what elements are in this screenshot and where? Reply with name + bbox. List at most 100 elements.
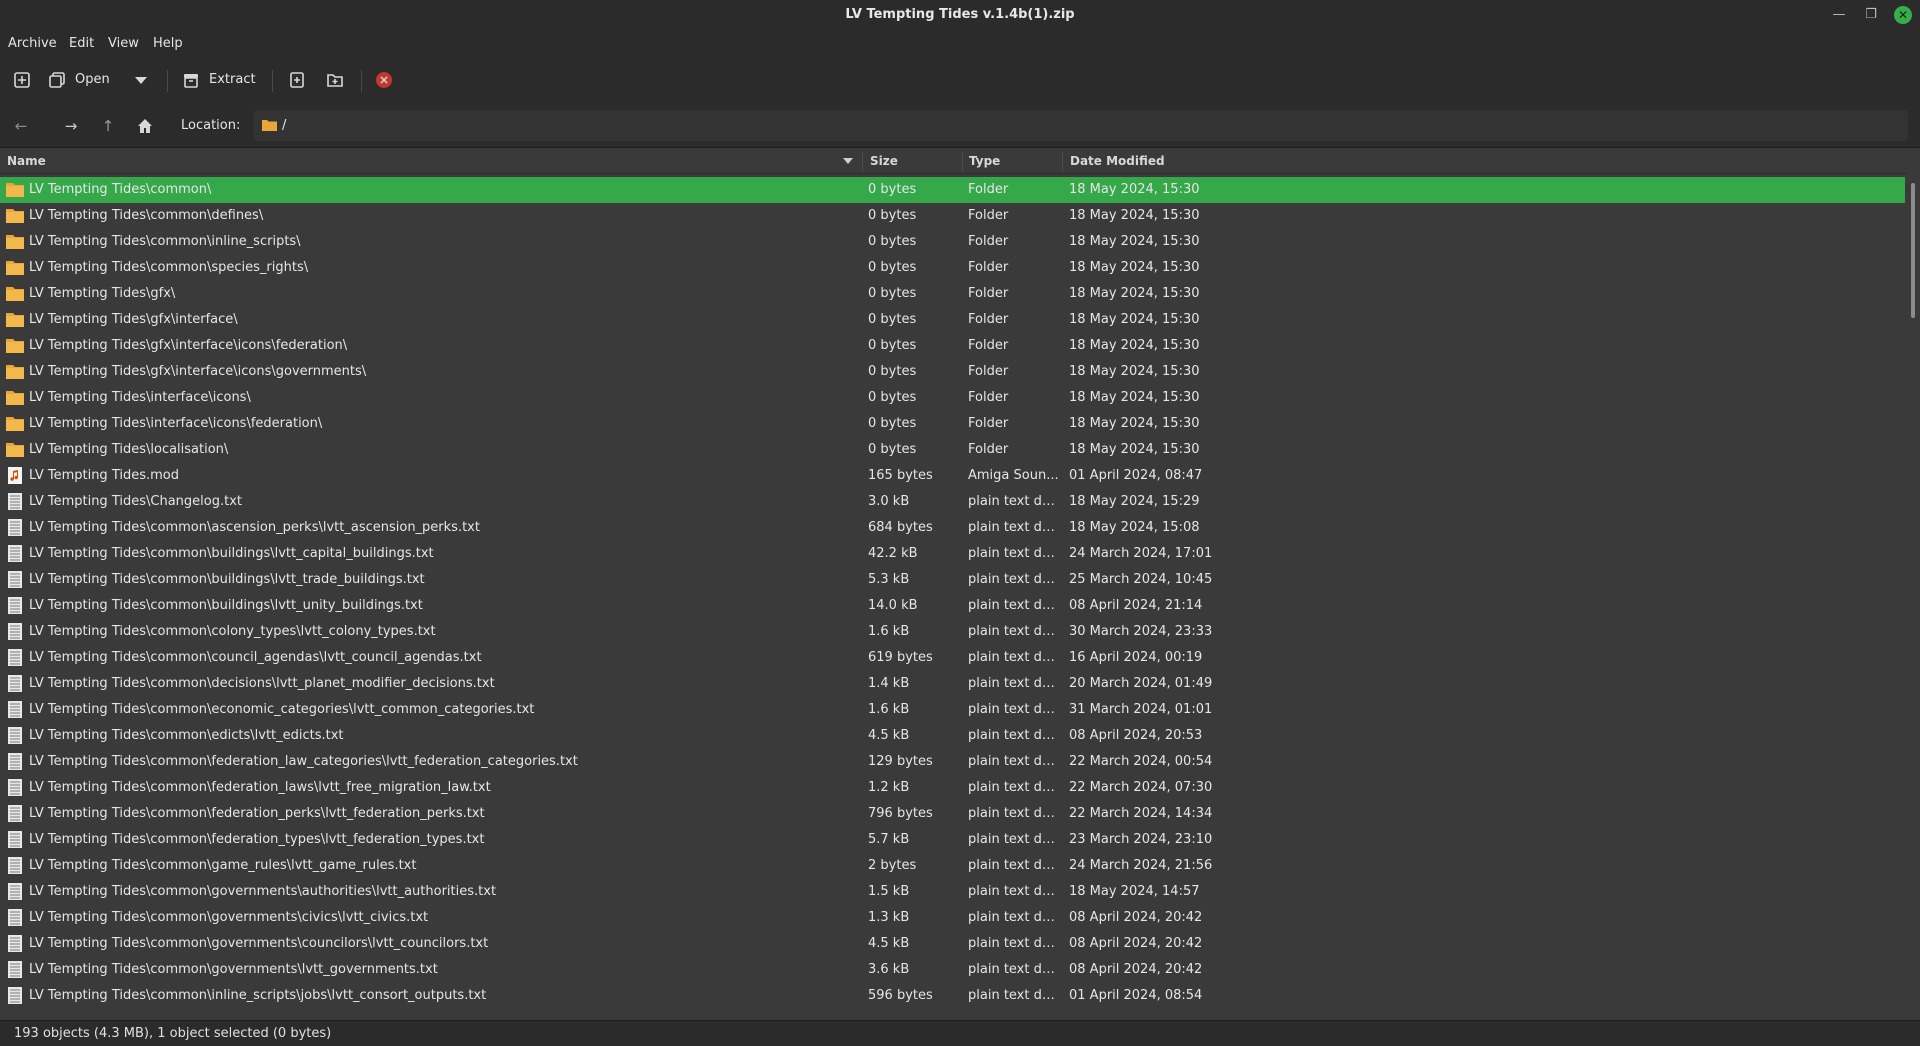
file-size: 0 bytes (868, 442, 917, 457)
file-row[interactable]: LV Tempting Tides\common\buildings\lvtt_… (0, 567, 1905, 593)
file-name: LV Tempting Tides\common\defines\ (29, 208, 264, 223)
file-size: 165 bytes (868, 468, 933, 483)
back-icon[interactable]: ← (11, 116, 31, 136)
column-divider[interactable] (962, 152, 963, 172)
file-name: LV Tempting Tides\Changelog.txt (29, 494, 242, 509)
menu-archive[interactable]: Archive (8, 36, 57, 51)
file-row[interactable]: LV Tempting Tides\common\inline_scripts\… (0, 983, 1905, 1009)
folder-icon (6, 391, 24, 405)
file-name: LV Tempting Tides.mod (29, 468, 179, 483)
column-name[interactable]: Name (7, 154, 46, 168)
text-file-icon (8, 701, 22, 718)
file-name: LV Tempting Tides\common\buildings\lvtt_… (29, 572, 425, 587)
file-row[interactable]: LV Tempting Tides\common\decisions\lvtt_… (0, 671, 1905, 697)
file-row[interactable]: LV Tempting Tides\common\governments\civ… (0, 905, 1905, 931)
file-name: LV Tempting Tides\common\inline_scripts\ (29, 234, 301, 249)
file-row[interactable]: LV Tempting Tides\Changelog.txt 3.0 kB pla… (0, 489, 1905, 515)
file-row[interactable]: LV Tempting Tides\common\federation_law_… (0, 749, 1905, 775)
add-files-icon[interactable] (288, 71, 306, 89)
file-row[interactable]: LV Tempting Tides\common\buildings\lvtt_… (0, 541, 1905, 567)
column-size[interactable]: Size (870, 154, 898, 168)
file-row[interactable]: LV Tempting Tides\common\governments\lvt… (0, 957, 1905, 983)
file-row[interactable]: LV Tempting Tides\common\governments\cou… (0, 931, 1905, 957)
column-date[interactable]: Date Modified (1070, 154, 1165, 168)
open-button[interactable]: Open (75, 72, 110, 87)
forward-icon[interactable]: → (61, 116, 81, 136)
file-row[interactable]: LV Tempting Tides\common\buildings\lvtt_… (0, 593, 1905, 619)
file-row[interactable]: LV Tempting Tides\gfx\interface\icons\go… (0, 359, 1905, 385)
text-file-icon (8, 649, 22, 666)
file-row[interactable]: LV Tempting Tides\common\species_rights\… (0, 255, 1905, 281)
file-size: 0 bytes (868, 208, 917, 223)
file-date: 24 March 2024, 17:01 (1069, 546, 1213, 561)
text-file-icon (8, 623, 22, 640)
menu-view[interactable]: View (108, 36, 139, 51)
file-row[interactable]: LV Tempting Tides\common\federation_laws… (0, 775, 1905, 801)
file-size: 1.3 kB (868, 910, 910, 925)
text-file-icon (8, 961, 22, 978)
file-type: plain text do... (968, 676, 1060, 691)
file-row[interactable]: LV Tempting Tides\common\defines\ 0 bytes… (0, 203, 1905, 229)
file-row[interactable]: LV Tempting Tides\common\economic_catego… (0, 697, 1905, 723)
minimize-icon[interactable]: — (1830, 6, 1848, 24)
file-type: plain text do... (968, 520, 1060, 535)
toolbar-separator (167, 70, 168, 92)
file-date: 18 May 2024, 15:29 (1069, 494, 1200, 509)
close-icon[interactable]: ✕ (1894, 6, 1912, 24)
chevron-down-icon[interactable] (132, 71, 150, 89)
file-row[interactable]: LV Tempting Tides\localisation\ 0 bytes Fo… (0, 437, 1905, 463)
column-divider[interactable] (1062, 152, 1063, 172)
folder-icon (6, 417, 24, 431)
add-folder-icon[interactable] (326, 71, 344, 89)
extract-button[interactable]: Extract (209, 72, 256, 87)
column-divider[interactable] (862, 152, 863, 172)
column-type[interactable]: Type (969, 154, 1000, 168)
file-name: LV Tempting Tides\common\ (29, 182, 212, 197)
file-row[interactable]: LV Tempting Tides\common\governments\aut… (0, 879, 1905, 905)
file-row[interactable]: LV Tempting Tides\common\federation_perk… (0, 801, 1905, 827)
text-file-icon (8, 935, 22, 952)
file-row[interactable]: LV Tempting Tides\interface\icons\ 0 byte… (0, 385, 1905, 411)
home-icon[interactable] (135, 116, 155, 136)
file-row[interactable]: LV Tempting Tides\gfx\interface\ 0 bytes F… (0, 307, 1905, 333)
text-file-icon (8, 571, 22, 588)
maximize-icon[interactable]: ❐ (1862, 6, 1880, 24)
file-row[interactable]: LV Tempting Tides\interface\icons\federa… (0, 411, 1905, 437)
stop-icon[interactable] (375, 71, 393, 89)
file-row[interactable]: LV Tempting Tides\common\colony_types\lv… (0, 619, 1905, 645)
menu-help[interactable]: Help (153, 36, 183, 51)
file-row[interactable]: LV Tempting Tides\gfx\ 0 bytes Folder 18 Ma… (0, 281, 1905, 307)
vertical-scrollbar[interactable] (1907, 177, 1920, 1017)
file-size: 619 bytes (868, 650, 933, 665)
file-size: 5.3 kB (868, 572, 910, 587)
file-row[interactable]: LV Tempting Tides\common\edicts\lvtt_edi… (0, 723, 1905, 749)
extract-icon[interactable] (182, 71, 200, 89)
file-type: Folder (968, 442, 1009, 457)
file-name: LV Tempting Tides\common\edicts\lvtt_edi… (29, 728, 344, 743)
open-archive-icon[interactable] (48, 71, 66, 89)
file-type: plain text do... (968, 910, 1060, 925)
scrollbar-thumb[interactable] (1911, 183, 1915, 318)
file-row[interactable]: LV Tempting Tides\common\inline_scripts\… (0, 229, 1905, 255)
file-row[interactable]: LV Tempting Tides.mod 165 bytes Amiga Soun… (0, 463, 1905, 489)
file-row[interactable]: LV Tempting Tides\common\ascension_perks… (0, 515, 1905, 541)
file-size: 1.2 kB (868, 780, 910, 795)
sort-descending-icon[interactable] (843, 158, 853, 164)
menu-edit[interactable]: Edit (69, 36, 94, 51)
file-type: plain text do... (968, 780, 1060, 795)
file-type: Folder (968, 182, 1009, 197)
menu-bar: Archive Edit View Help (0, 30, 1920, 58)
folder-icon (6, 261, 24, 275)
file-size: 14.0 kB (868, 598, 918, 613)
file-date: 08 April 2024, 20:42 (1069, 936, 1203, 951)
file-row[interactable]: LV Tempting Tides\gfx\interface\icons\fe… (0, 333, 1905, 359)
file-type: plain text do... (968, 702, 1060, 717)
file-name: LV Tempting Tides\interface\icons\ (29, 390, 251, 405)
location-field[interactable]: / (254, 110, 1908, 141)
up-icon[interactable]: ↑ (98, 116, 118, 136)
file-row[interactable]: LV Tempting Tides\common\federation_type… (0, 827, 1905, 853)
new-archive-icon[interactable] (13, 71, 31, 89)
file-row[interactable]: LV Tempting Tides\common\council_agendas… (0, 645, 1905, 671)
file-row[interactable]: LV Tempting Tides\common\ 0 bytes Folder 18… (0, 177, 1905, 203)
file-row[interactable]: LV Tempting Tides\common\game_rules\lvtt… (0, 853, 1905, 879)
